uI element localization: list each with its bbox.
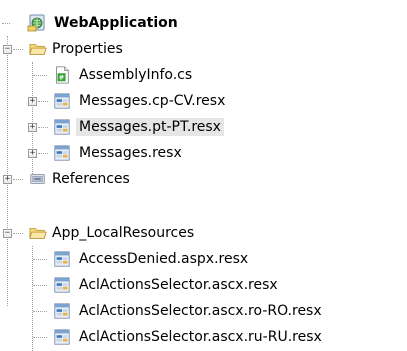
tree-node-messages[interactable]: + Messages.resx (0, 140, 407, 166)
tree-node-label: Messages.cp-CV.resx (79, 93, 226, 109)
tree-node-messages-cp-cv[interactable]: + Messages.cp-CV.resx (0, 88, 407, 114)
tree-node-app-localresources[interactable]: − App_LocalResources (0, 220, 407, 246)
expand-toggle[interactable]: + (3, 175, 12, 184)
tree-node-label: Properties (52, 41, 123, 57)
tree-connector (38, 101, 48, 102)
tree-node-accessdenied[interactable]: AccessDenied.aspx.resx (0, 246, 407, 272)
tree-connector (13, 233, 23, 234)
tree-node-label: References (52, 171, 130, 187)
tree-node-label: AclActionsSelector.ascx.ro-RO.resx (79, 303, 322, 319)
references-icon (30, 174, 45, 184)
tree-node-assemblyinfo[interactable]: # AssemblyInfo.cs (0, 62, 407, 88)
tree-connector (38, 153, 48, 154)
collapse-toggle[interactable]: − (3, 229, 12, 238)
tree-node-label: AccessDenied.aspx.resx (79, 251, 249, 267)
tree-node-messages-pt-pt[interactable]: + Messages.pt-PT.resx (0, 114, 407, 140)
expand-toggle[interactable]: + (28, 149, 37, 158)
tree-node-aclactionsselector[interactable]: AclActionsSelector.ascx.resx (0, 272, 407, 298)
tree-connector (33, 259, 47, 260)
tree-connector (33, 75, 47, 76)
tree-node-label: Messages.pt-PT.resx (76, 118, 224, 136)
resx-file-icon (54, 119, 70, 135)
resx-file-icon (54, 251, 70, 267)
tree-node-aclactionsselector-ro-ro[interactable]: AclActionsSelector.ascx.ro-RO.resx (0, 298, 407, 324)
resx-file-icon (54, 303, 70, 319)
collapse-toggle[interactable]: − (3, 45, 12, 54)
folder-open-icon (29, 228, 47, 239)
tree-node-label: WebApplication (54, 15, 178, 31)
tree-node-label: App_LocalResources (52, 225, 195, 241)
resx-file-icon (54, 145, 70, 161)
tree-node-references[interactable]: + References (0, 166, 407, 192)
solution-explorer-tree: WebApplication − Properties # AssemblyIn… (0, 0, 407, 351)
tree-connector (33, 337, 47, 338)
tree-node-label: AclActionsSelector.ascx.ru-RU.resx (79, 329, 322, 345)
web-project-icon (27, 14, 45, 32)
tree-node-aclactionsselector-ru-ru[interactable]: AclActionsSelector.ascx.ru-RU.resx (0, 324, 407, 350)
resx-file-icon (54, 329, 70, 345)
expand-toggle[interactable]: + (28, 97, 37, 106)
tree-connector (33, 285, 47, 286)
tree-connector (38, 127, 48, 128)
tree-connector (2, 23, 10, 24)
tree-node-webapplication[interactable]: WebApplication (0, 10, 407, 36)
cs-file-icon: # (56, 66, 69, 84)
resx-file-icon (54, 277, 70, 293)
tree-connector (13, 179, 23, 180)
tree-connector (33, 311, 47, 312)
folder-open-icon (29, 44, 47, 55)
expand-toggle[interactable]: + (28, 123, 37, 132)
tree-node-properties[interactable]: − Properties (0, 36, 407, 62)
tree-node-label: AssemblyInfo.cs (79, 67, 193, 83)
tree-node-label: Messages.resx (79, 145, 182, 161)
resx-file-icon (54, 93, 70, 109)
svg-text:#: # (59, 75, 64, 82)
tree-connector (13, 49, 23, 50)
tree-node-label: AclActionsSelector.ascx.resx (79, 277, 278, 293)
